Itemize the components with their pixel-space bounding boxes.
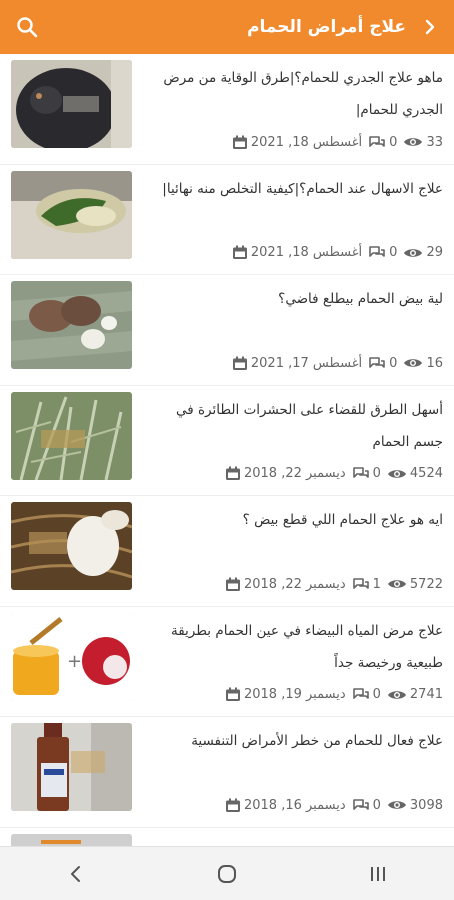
article-thumbnail-partial[interactable]: [11, 833, 132, 846]
article-item[interactable]: علاج الاسهال عند الحمام؟|كيفية التخلص من…: [0, 165, 454, 275]
article-title[interactable]: ماهو علاج الجدري للحمام؟|طرق الوقاية من …: [153, 62, 443, 126]
article-meta: أغسطس 18, 2021 0 33: [153, 135, 443, 150]
comment-count: 0: [372, 797, 381, 813]
comments-icon: [369, 246, 385, 257]
comments-icon: [369, 135, 385, 147]
article-title[interactable]: لية بيض الحمام بيطلع فاضي؟: [153, 283, 443, 315]
article-date: أغسطس 17, 2021: [250, 355, 363, 371]
article-date: ديسمبر 22, 2018: [243, 466, 346, 481]
comments-icon: [352, 798, 369, 810]
article-thumbnail-plant[interactable]: [11, 391, 132, 480]
comments-icon: [369, 356, 385, 368]
view-count: 29: [426, 245, 443, 260]
article-title[interactable]: أسهل الطرق للقضاء على الحشرات الطائرة في…: [153, 394, 443, 458]
article-date: أغسطس 18, 2021: [250, 245, 363, 260]
eye-icon: [387, 580, 406, 588]
calendar-icon: [225, 577, 240, 591]
home-icon[interactable]: [207, 854, 247, 894]
eye-icon: [404, 138, 423, 146]
calendar-icon: [232, 356, 247, 370]
comment-count: 0: [389, 245, 398, 260]
article-date: أغسطس 18, 2021: [250, 134, 363, 150]
recents-icon[interactable]: [358, 854, 398, 894]
view-count: 4524: [409, 466, 443, 481]
calendar-icon: [232, 245, 247, 259]
comments-icon: [352, 577, 369, 589]
system-nav-bar: [0, 846, 454, 900]
article-date: ديسمبر 16, 2018: [243, 797, 346, 813]
article-meta: ديسمبر 16, 2018 0 3098: [153, 798, 443, 813]
comment-count: 0: [372, 687, 381, 702]
eye-icon: [404, 359, 423, 367]
eye-icon: [387, 469, 406, 478]
view-count: 33: [426, 134, 443, 150]
article-item[interactable]: [0, 828, 454, 846]
article-meta: أغسطس 18, 2021 0 29: [153, 245, 443, 260]
article-item[interactable]: ماهو علاج الجدري للحمام؟|طرق الوقاية من …: [0, 54, 454, 165]
article-item[interactable]: أسهل الطرق للقضاء على الحشرات الطائرة في…: [0, 386, 454, 496]
article-title[interactable]: علاج فعال للحمام من خطر الأمراض التنفسية: [153, 725, 443, 757]
article-meta: أغسطس 17, 2021 0 16: [153, 356, 443, 371]
app-bar: علاج أمراض الحمام: [0, 0, 454, 54]
calendar-icon: [232, 135, 247, 149]
article-thumbnail-dropping[interactable]: [11, 170, 132, 259]
article-item[interactable]: لية بيض الحمام بيطلع فاضي؟ أغسطس 17, 202…: [0, 275, 454, 386]
comment-count: 0: [389, 355, 398, 371]
view-count: 3098: [409, 797, 443, 813]
eye-icon: [387, 801, 406, 809]
eye-icon: [404, 248, 423, 257]
article-thumbnail-medicine-bottle[interactable]: [11, 723, 132, 811]
article-date: ديسمبر 22, 2018: [243, 576, 346, 592]
article-date: ديسمبر 19, 2018: [243, 687, 346, 702]
article-thumbnail-nest-egg[interactable]: [11, 502, 132, 590]
article-title[interactable]: علاج الاسهال عند الحمام؟|كيفية التخلص من…: [153, 173, 443, 205]
calendar-icon: [225, 798, 240, 812]
article-item[interactable]: ايه هو علاج الحمام اللي قطع بيض ؟ ديسمبر…: [0, 496, 454, 607]
calendar-icon: [225, 687, 240, 701]
comments-icon: [352, 688, 369, 699]
calendar-icon: [225, 466, 240, 480]
article-title[interactable]: ايه هو علاج الحمام اللي قطع بيض ؟: [153, 504, 443, 536]
view-count: 2741: [409, 687, 443, 702]
chevron-left-icon[interactable]: [420, 14, 440, 40]
article-meta: ديسمبر 22, 2018 1 5722: [153, 577, 443, 592]
svg-text:+: +: [67, 651, 82, 672]
comment-count: 0: [389, 134, 398, 150]
article-item[interactable]: علاج فعال للحمام من خطر الأمراض التنفسية…: [0, 717, 454, 828]
article-meta: ديسمبر 22, 2018 0 4524: [153, 466, 443, 481]
article-thumbnail-eggs[interactable]: [11, 281, 132, 369]
back-icon[interactable]: [56, 854, 96, 894]
article-title[interactable]: علاج مرض المياه البيضاء في عين الحمام بط…: [153, 615, 443, 679]
view-count: 16: [426, 355, 443, 371]
search-icon[interactable]: [14, 14, 40, 40]
article-thumbnail-honey-onion[interactable]: +: [11, 612, 132, 701]
comment-count: 0: [372, 466, 381, 481]
article-meta: ديسمبر 19, 2018 0 2741: [153, 687, 443, 702]
comments-icon: [352, 467, 369, 478]
page-title: علاج أمراض الحمام: [247, 17, 406, 37]
comment-count: 1: [372, 576, 381, 592]
article-item[interactable]: + علاج مرض المياه البيضاء في عين الحمام …: [0, 607, 454, 717]
view-count: 5722: [409, 576, 443, 592]
article-thumbnail-pigeon[interactable]: [11, 60, 132, 148]
article-list[interactable]: ماهو علاج الجدري للحمام؟|طرق الوقاية من …: [0, 54, 454, 846]
eye-icon: [387, 690, 406, 699]
